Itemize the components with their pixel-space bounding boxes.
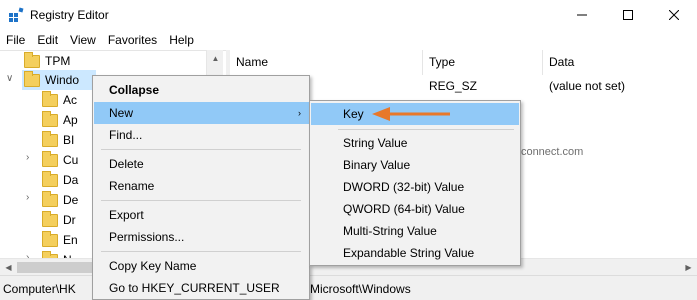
value-type: REG_SZ [429,79,478,93]
tree-item[interactable]: Dr [42,210,76,230]
tree-item[interactable]: N [42,250,72,258]
registry-editor-icon [9,7,24,22]
folder-icon [42,90,58,107]
column-header-data[interactable]: Data [543,50,697,75]
tree-item-label: De [63,193,79,207]
menu-separator [338,129,514,130]
menu-item-new[interactable]: New › [94,102,309,124]
tree-item[interactable]: En [42,230,78,250]
submenu-item-multi-string-value[interactable]: Multi-String Value [311,220,519,242]
tree-item-label: En [63,233,78,247]
tree-item[interactable]: BI [42,130,74,150]
menu-separator [101,149,301,150]
tree-item-label: Dr [63,213,76,227]
folder-icon [42,150,58,167]
title-bar: Registry Editor [0,0,697,30]
chevron-right-icon[interactable]: › [26,152,29,163]
tree-item-label: BI [63,133,75,147]
scroll-up-icon[interactable]: ▲ [207,50,224,67]
menu-favorites[interactable]: Favorites [108,33,163,47]
minimize-icon [577,14,587,16]
folder-icon [24,70,40,87]
folder-icon [24,51,40,68]
scroll-left-icon[interactable]: ◀ [0,259,17,276]
tree-item-label: Windo [45,73,80,87]
tree-item[interactable]: Ap [42,110,78,130]
value-data: (value not set) [549,79,626,93]
tree-item-label: Ac [63,93,78,107]
tree-item[interactable]: Cu [42,150,78,170]
minimize-button[interactable] [559,0,605,30]
menu-item-delete[interactable]: Delete [94,153,309,175]
annotation-arrow-icon [372,107,450,121]
scroll-right-icon[interactable]: ▶ [680,259,697,276]
menu-item-rename[interactable]: Rename [94,175,309,197]
folder-icon [42,130,58,147]
menu-item-goto-hkcu[interactable]: Go to HKEY_CURRENT_USER [94,277,309,299]
column-header-type[interactable]: Type [423,50,543,75]
tree-item[interactable]: Da [42,170,78,190]
menu-item-permissions[interactable]: Permissions... [94,226,309,248]
folder-icon [42,210,58,227]
menu-bar: File Edit View Favorites Help [0,30,697,50]
menu-item-copy-key-name[interactable]: Copy Key Name [94,255,309,277]
status-path-start: Computer\HK [3,282,76,296]
close-button[interactable] [651,0,697,30]
new-submenu: Key String Value Binary Value DWORD (32-… [309,100,521,266]
menu-file[interactable]: File [6,33,31,47]
submenu-item-dword-value[interactable]: DWORD (32-bit) Value [311,176,519,198]
window-title: Registry Editor [30,8,109,22]
tree-item-label: TPM [45,54,71,68]
menu-help[interactable]: Help [169,33,200,47]
menu-item-find[interactable]: Find... [94,124,309,146]
tree-item[interactable]: TPM [24,51,70,71]
chevron-right-icon[interactable]: › [26,192,29,203]
folder-icon [42,110,58,127]
tree-item[interactable]: Ac [42,90,77,110]
tree-item-selected[interactable]: Windo [22,70,96,90]
submenu-arrow-icon: › [298,108,301,118]
chevron-down-icon[interactable]: ∨ [6,73,13,84]
maximize-icon [623,10,633,20]
status-path-end: Microsoft\Windows [310,282,411,296]
close-icon [669,10,679,20]
menu-edit[interactable]: Edit [37,33,64,47]
menu-item-collapse[interactable]: Collapse [94,79,309,101]
menu-separator [101,251,301,252]
submenu-item-string-value[interactable]: String Value [311,132,519,154]
submenu-item-expandable-string-value[interactable]: Expandable String Value [311,242,519,264]
menu-separator [101,200,301,201]
tree-item[interactable]: De [42,190,78,210]
menu-item-label: New [109,106,134,120]
menu-item-export[interactable]: Export [94,204,309,226]
menu-view[interactable]: View [70,33,102,47]
column-header-name[interactable]: Name [230,50,423,75]
folder-icon [42,230,58,247]
submenu-item-qword-value[interactable]: QWORD (64-bit) Value [311,198,519,220]
submenu-item-binary-value[interactable]: Binary Value [311,154,519,176]
maximize-button[interactable] [605,0,651,30]
tree-item-label: Cu [63,153,79,167]
tree-item-label: Ap [63,113,78,127]
folder-icon [42,170,58,187]
folder-icon [42,190,58,207]
context-menu: Collapse New › Find... Delete Rename Exp… [92,75,310,300]
tree-item-label: Da [63,173,79,187]
